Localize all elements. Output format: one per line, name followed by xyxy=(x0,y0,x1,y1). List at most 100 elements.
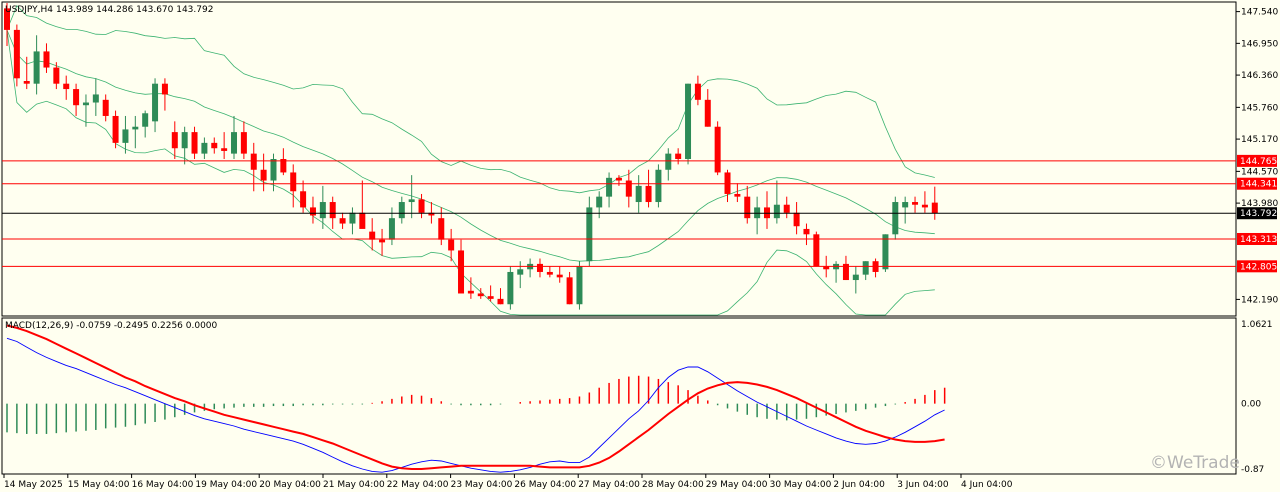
candle xyxy=(685,83,692,165)
candle-body xyxy=(142,113,149,127)
candle xyxy=(112,110,119,149)
candle-body xyxy=(625,180,632,197)
candle-body xyxy=(82,102,89,106)
trading-chart-window: 144.765 144.341 143.313 142.805 143.792 147.… xyxy=(0,0,1280,492)
candle-body xyxy=(359,212,366,229)
candle-body xyxy=(418,199,425,213)
candle-body xyxy=(507,271,514,305)
candle-body xyxy=(290,172,297,192)
candle-body xyxy=(773,204,780,219)
level-price-label: 142.805 xyxy=(1240,262,1277,272)
candle-body xyxy=(33,51,40,84)
chart-canvas: 144.765 144.341 143.313 142.805 143.792 147.… xyxy=(0,0,1280,492)
candle-body xyxy=(270,159,277,181)
candle-body xyxy=(132,126,139,130)
candle-body xyxy=(43,51,50,68)
candle-body xyxy=(231,132,238,154)
chart-background xyxy=(0,0,1280,492)
candle-body xyxy=(675,153,682,159)
time-tick-label: 4 Jun 04:00 xyxy=(961,480,1013,490)
candle-body xyxy=(309,207,316,216)
candle-body xyxy=(191,132,198,154)
time-tick-label: 29 May 04:00 xyxy=(706,480,768,490)
candle-body xyxy=(566,277,573,305)
candle-body xyxy=(921,204,928,208)
time-tick-label: 19 May 04:00 xyxy=(195,480,257,490)
level-price-label: 143.313 xyxy=(1240,235,1277,245)
candle-body xyxy=(329,202,336,219)
level-price-label: 144.765 xyxy=(1240,157,1277,167)
candle-body xyxy=(576,266,583,305)
candle xyxy=(655,164,662,208)
candle-body xyxy=(152,83,159,122)
candle-body xyxy=(714,126,721,173)
candle-body xyxy=(586,207,593,262)
candle-body xyxy=(744,196,751,219)
candle-body xyxy=(694,83,701,100)
candle-body xyxy=(349,212,356,224)
time-tick-label: 16 May 04:00 xyxy=(132,480,194,490)
price-tick-label: 146.950 xyxy=(1241,39,1278,49)
macd-tick-label: 1.0621 xyxy=(1241,320,1273,330)
candle-body xyxy=(862,261,869,275)
time-tick-label: 2 Jun 04:00 xyxy=(833,480,885,490)
candle-body xyxy=(369,231,376,240)
candle-body xyxy=(201,142,208,154)
candle-body xyxy=(13,29,20,79)
candle-body xyxy=(240,132,247,154)
price-tick-label: 145.170 xyxy=(1241,135,1278,145)
candle-body xyxy=(211,142,218,149)
macd-tick-label: 0.00 xyxy=(1241,400,1261,410)
price-tick-label: 143.980 xyxy=(1241,199,1278,209)
time-tick-label: 21 May 04:00 xyxy=(323,480,385,490)
time-tick-label: 3 Jun 04:00 xyxy=(897,480,949,490)
candle xyxy=(507,266,514,310)
candle-body xyxy=(536,263,543,272)
candle-body xyxy=(734,193,741,197)
candle-body xyxy=(73,89,80,106)
candle-body xyxy=(161,83,168,95)
candle-body xyxy=(615,177,622,181)
watermark: ©WeTrade xyxy=(1150,453,1240,473)
candle-body xyxy=(882,234,889,270)
candle-body xyxy=(892,202,899,235)
candle-body xyxy=(931,202,938,214)
price-tick-label: 146.360 xyxy=(1241,71,1278,81)
candle xyxy=(714,121,721,176)
time-tick-label: 22 May 04:00 xyxy=(387,480,449,490)
current-price-label: 143.792 xyxy=(1240,209,1277,219)
candle-body xyxy=(556,274,563,278)
candle-body xyxy=(596,196,603,208)
candle-body xyxy=(181,132,188,149)
time-tick-label: 27 May 04:00 xyxy=(578,480,640,490)
candle-body xyxy=(260,169,267,181)
ohlc-readout: 143.989 144.286 143.670 143.792 xyxy=(56,5,213,15)
candle-body xyxy=(823,266,830,270)
candle-body xyxy=(250,153,257,170)
time-tick-label: 23 May 04:00 xyxy=(451,480,513,490)
macd-title: MACD(12,26,9) -0.0759 -0.2495 0.2256 0.0… xyxy=(5,321,218,331)
candle xyxy=(892,196,899,240)
time-tick-label: 28 May 04:00 xyxy=(642,480,704,490)
candle-body xyxy=(467,290,474,294)
candle-body xyxy=(803,228,810,235)
candle-body xyxy=(112,115,119,143)
candle-body xyxy=(102,99,109,116)
candle-body xyxy=(171,132,178,149)
price-tick-label: 142.190 xyxy=(1241,295,1278,305)
time-tick-label: 30 May 04:00 xyxy=(770,480,832,490)
time-tick-label: 14 May 2025 xyxy=(4,480,63,490)
candle-body xyxy=(902,202,909,208)
candle-body xyxy=(23,81,30,84)
macd-tick-label: -0.87 xyxy=(1241,465,1264,475)
candle-body xyxy=(63,83,70,90)
candle-body xyxy=(546,271,553,275)
candle xyxy=(13,24,20,87)
time-tick-label: 26 May 04:00 xyxy=(514,480,576,490)
candle-body xyxy=(912,202,919,205)
price-tick-label: 147.540 xyxy=(1241,8,1278,18)
candle-body xyxy=(339,218,346,224)
candle-body xyxy=(379,239,386,243)
candle-body xyxy=(477,293,484,297)
candle-body xyxy=(487,296,494,299)
